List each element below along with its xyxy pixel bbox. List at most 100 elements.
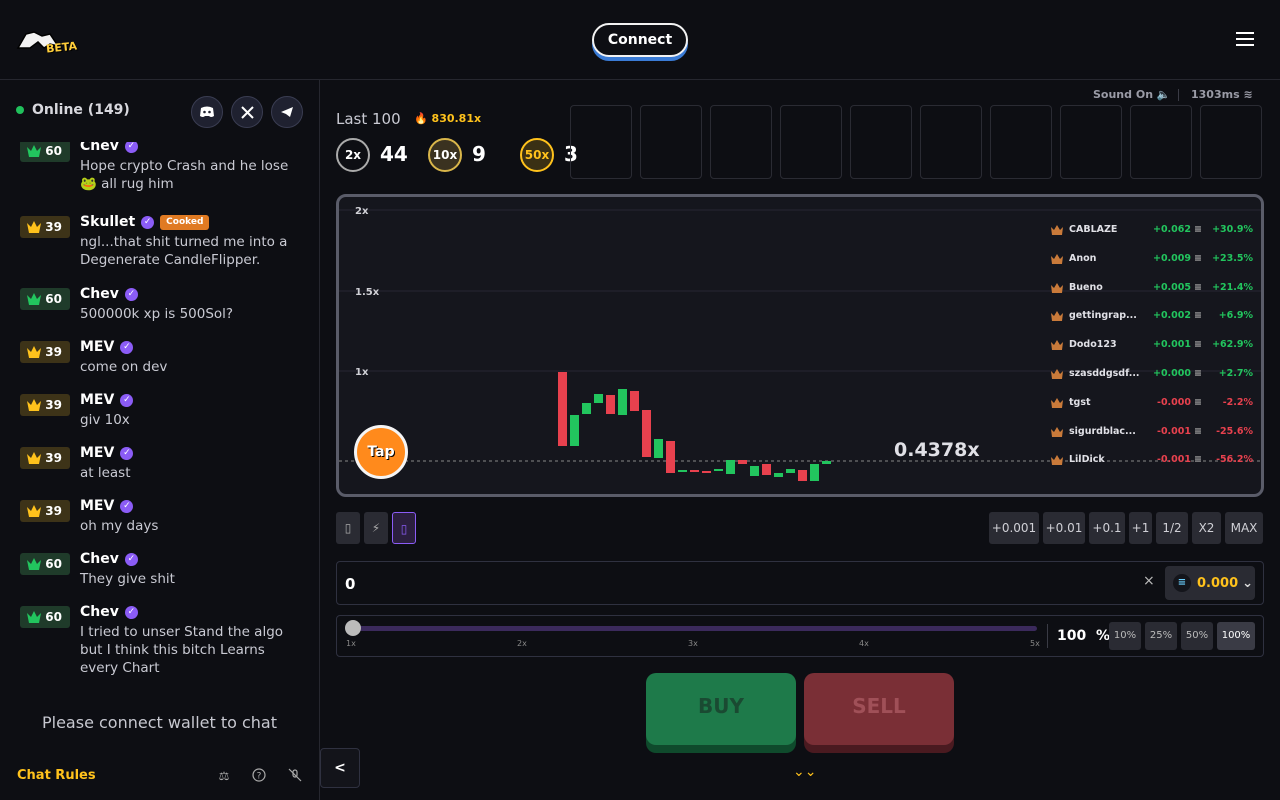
svg-text:?: ?	[257, 772, 262, 782]
chevron-double-down-icon[interactable]: ⌄⌄	[793, 764, 816, 780]
rank-crown-icon	[1051, 225, 1063, 235]
scale-icon[interactable]: ⚖	[216, 768, 232, 784]
percent-button[interactable]: 25%	[1145, 622, 1177, 650]
amount-button[interactable]: +0.001	[989, 512, 1039, 544]
player-percent: +2.7%	[1218, 368, 1253, 379]
leverage-slider-row: 1x 2x 3x 4x 5x 100 % 10% 25% 50% 100%	[336, 615, 1264, 657]
sell-button[interactable]: SELL	[804, 673, 954, 745]
chat-rules-link[interactable]: Chat Rules	[17, 768, 96, 783]
y-label-2x: 2x	[355, 206, 369, 217]
leaderboard-row: gettingrap... +0.002 ≡ +6.9%	[1051, 310, 1261, 324]
leaderboard-row: Dodo123 +0.001 ≡ +62.9%	[1051, 339, 1261, 353]
verified-icon: ✓	[124, 552, 138, 566]
chat-username[interactable]: MEV ✓	[80, 339, 134, 355]
chat-username[interactable]: Chev ✓	[80, 604, 138, 620]
mode-button-quick[interactable]: ⚡	[364, 512, 388, 544]
chat-messages[interactable]: 60 Chev ✓ Hope crypto Crash and he lose 🐸 a…	[0, 142, 319, 690]
slider-tick-label: 4x	[859, 639, 869, 648]
amount-button[interactable]: +0.1	[1089, 512, 1125, 544]
amount-button[interactable]: +1	[1129, 512, 1152, 544]
token-balance: 0.000	[1197, 575, 1239, 591]
chat-username[interactable]: MEV ✓	[80, 498, 134, 514]
player-amount: +0.062	[1152, 224, 1191, 235]
rank-crown-icon	[1051, 455, 1063, 466]
leverage-slider-track[interactable]	[351, 626, 1037, 631]
chat-username[interactable]: Chev ✓	[80, 551, 138, 567]
percent-value: 100 %	[1057, 628, 1111, 644]
help-icon[interactable]: ?	[251, 768, 267, 784]
player-percent: -56.2%	[1216, 454, 1253, 466]
y-label-1-5x: 1.5x	[355, 287, 380, 298]
level-badge: 39	[20, 394, 70, 416]
rank-crown-icon	[1051, 426, 1063, 437]
candle	[582, 403, 591, 414]
chat-username[interactable]: MEV ✓	[80, 392, 134, 408]
stat-count-10x: 9	[472, 142, 486, 166]
discord-icon[interactable]	[191, 96, 223, 128]
player-percent: -25.6%	[1216, 425, 1253, 437]
hamburger-menu-icon[interactable]	[1236, 32, 1254, 46]
player-name: szasddgsdf...	[1069, 368, 1140, 379]
candle	[786, 469, 795, 473]
chat-username[interactable]: Chev ✓	[80, 142, 138, 154]
mode-button-manual[interactable]: ▯	[336, 512, 360, 544]
chat-username[interactable]: MEV ✓	[80, 445, 134, 461]
clear-input-button[interactable]: ×	[1143, 573, 1155, 589]
amount-button[interactable]: X2	[1192, 512, 1221, 544]
percent-button[interactable]: 100%	[1217, 622, 1255, 650]
telegram-icon[interactable]	[271, 96, 303, 128]
slider-tick-label: 5x	[1030, 639, 1040, 648]
level-badge: 39	[20, 447, 70, 469]
candle	[606, 395, 615, 414]
verified-icon: ✓	[124, 287, 138, 301]
slider-tick-label: 1x	[346, 639, 356, 648]
verified-icon: ✓	[120, 499, 134, 513]
candle	[690, 470, 699, 472]
stat-coin-2x: 2x	[336, 138, 370, 172]
player-amount: +0.009	[1152, 252, 1191, 264]
player-name: LilDick	[1069, 454, 1105, 466]
x-icon[interactable]	[231, 96, 263, 128]
amount-button[interactable]: MAX	[1225, 512, 1263, 544]
level-badge: 60	[20, 288, 70, 310]
current-multiplier: 0.4378x	[894, 439, 980, 461]
last100-label: Last 100	[336, 110, 401, 128]
player-percent: +30.9%	[1212, 224, 1253, 235]
leverage-slider-thumb[interactable]	[345, 620, 361, 636]
connect-button[interactable]: Connect	[592, 23, 688, 57]
player-percent: +62.9%	[1212, 339, 1253, 351]
beta-badge: BETA	[45, 39, 78, 56]
chat-username[interactable]: Chev ✓	[80, 286, 138, 302]
amount-button[interactable]: 1/2	[1156, 512, 1188, 544]
last100-value: 🔥 830.81x	[414, 112, 482, 125]
app-logo[interactable]: BETA	[16, 28, 82, 60]
percent-button[interactable]: 50%	[1181, 622, 1213, 650]
buy-button[interactable]: BUY	[646, 673, 796, 745]
amount-button[interactable]: +0.01	[1043, 512, 1085, 544]
candle	[798, 470, 807, 481]
percent-button[interactable]: 10%	[1109, 622, 1141, 650]
mode-button-selected[interactable]: ▯	[392, 512, 416, 544]
rank-crown-icon	[1051, 282, 1063, 293]
verified-icon: ✓	[120, 446, 134, 460]
chat-username[interactable]: Skullet ✓ Cooked	[80, 214, 210, 230]
candle	[570, 415, 579, 446]
tap-button[interactable]: Tap	[354, 425, 408, 479]
leaderboard-row: szasddgsdf... +0.000 ≡ +2.7%	[1051, 368, 1261, 382]
level-badge: 60	[20, 142, 70, 162]
cooked-badge: Cooked	[160, 214, 210, 230]
history-slot	[780, 105, 842, 179]
sound-toggle[interactable]: Sound On 🔈	[1093, 88, 1171, 101]
verified-icon: ✓	[120, 393, 134, 407]
token-select[interactable]: ≡ 0.000 ⌄	[1165, 566, 1255, 600]
candle	[594, 394, 603, 403]
player-name: gettingrap...	[1069, 310, 1137, 322]
rank-crown-icon	[27, 221, 41, 233]
rank-crown-icon	[27, 505, 41, 517]
sol-icon: ≡	[1194, 339, 1202, 351]
connect-wallet-prompt: Please connect wallet to chat	[41, 713, 278, 732]
rank-crown-icon	[27, 558, 41, 570]
mute-icon[interactable]	[287, 768, 303, 784]
amount-input[interactable]	[345, 572, 1105, 596]
rank-crown-icon	[1051, 397, 1063, 408]
